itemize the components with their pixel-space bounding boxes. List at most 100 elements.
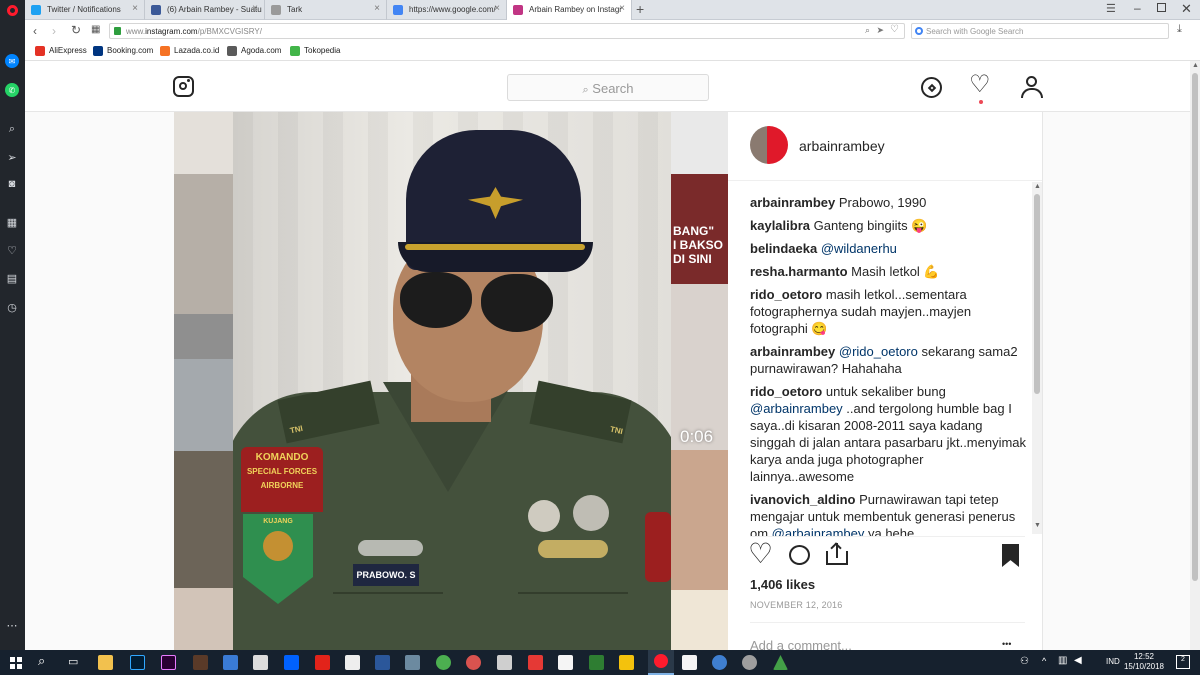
app-icon[interactable] <box>558 655 573 670</box>
tab-twitter[interactable]: Twitter / Notifications × <box>25 0 145 20</box>
close-window-button[interactable]: ✕ <box>1181 1 1192 17</box>
tray-chevron-icon[interactable]: ^ <box>1042 656 1046 666</box>
bookmark-aliexpress[interactable]: AliExpress <box>35 46 87 56</box>
heart-icon[interactable]: ♡ <box>5 243 19 257</box>
app-icon[interactable] <box>193 655 208 670</box>
instagram-logo-icon[interactable] <box>173 76 194 97</box>
tray-volume-icon[interactable]: ◀ <box>1074 655 1082 666</box>
author-username[interactable]: arbainrambey <box>799 138 885 154</box>
post-media-area[interactable]: BANG" I BAKSO DI SINI TNI TNI KOMANDO SP… <box>174 112 728 650</box>
bookmark-heart-icon[interactable]: ♡ <box>890 24 899 35</box>
photoshop-icon[interactable] <box>130 655 145 670</box>
flow-send-icon[interactable]: ➢ <box>5 150 19 164</box>
bookmark-tokopedia[interactable]: Tokopedia <box>290 46 340 56</box>
close-tab-icon[interactable]: × <box>619 3 625 14</box>
comment-mention[interactable]: @rido_oetoro <box>839 344 918 359</box>
tab-instagram[interactable]: Arbain Rambey on Instagr × <box>507 0 632 20</box>
camera-icon[interactable]: ◙ <box>5 177 19 191</box>
close-tab-icon[interactable]: × <box>252 3 258 14</box>
send-icon[interactable]: ➤ <box>876 25 884 36</box>
bookmark-lazada[interactable]: Lazada.co.id <box>160 46 219 56</box>
app-icon[interactable] <box>405 655 420 670</box>
opera-active-icon[interactable] <box>648 650 674 675</box>
activity-heart-icon[interactable]: ♡ <box>969 73 991 97</box>
mail-icon[interactable] <box>345 655 360 670</box>
download-icon[interactable]: ⤓ <box>1177 23 1182 36</box>
speed-dial-icon[interactable]: ▦ <box>91 24 100 35</box>
premiere-icon[interactable] <box>161 655 176 670</box>
close-tab-icon[interactable]: × <box>494 3 500 14</box>
comment-mention[interactable]: @arbainrambey <box>750 401 843 416</box>
search-icon[interactable]: ⌕ <box>38 653 45 669</box>
avatar[interactable] <box>750 126 788 164</box>
tab-google[interactable]: https://www.google.com/× <box>387 0 507 20</box>
comments-scrollbar[interactable]: ▲ ▼ <box>1032 182 1042 534</box>
tab-menu-icon[interactable]: ☰ <box>1106 2 1116 15</box>
windows-start-icon[interactable] <box>10 657 22 669</box>
reload-icon[interactable]: ↻ <box>71 23 81 37</box>
search-input[interactable]: ⌕ Search <box>507 74 709 101</box>
word-icon[interactable] <box>375 655 390 670</box>
minimize-button[interactable]: – <box>1134 1 1141 15</box>
app-icon[interactable] <box>253 655 268 670</box>
app-icon[interactable] <box>619 655 634 670</box>
more-options-icon[interactable]: ••• <box>1002 639 1011 649</box>
save-bookmark-icon[interactable] <box>1002 544 1019 567</box>
comment-user[interactable]: rido_oetoro <box>750 287 822 302</box>
web-search-field[interactable]: Search with Google Search <box>911 23 1169 39</box>
back-icon[interactable]: ‹ <box>33 24 37 38</box>
app-icon[interactable] <box>223 655 238 670</box>
tab-facebook[interactable]: (6) Arbain Rambey - Suatu × <box>145 0 265 20</box>
new-tab-button[interactable]: + <box>636 1 644 17</box>
tray-lang[interactable]: IND <box>1106 657 1120 666</box>
task-view-icon[interactable]: ▭ <box>68 655 78 668</box>
comment-bubble-icon[interactable] <box>789 545 810 565</box>
app-icon[interactable] <box>466 655 481 670</box>
app-icon[interactable] <box>589 655 604 670</box>
action-center-icon[interactable]: 2 <box>1176 655 1190 669</box>
maximize-button[interactable] <box>1157 3 1166 12</box>
scroll-up-arrow[interactable]: ▲ <box>1192 62 1199 69</box>
comment-user[interactable]: rido_oetoro <box>750 384 822 399</box>
bookmark-agoda[interactable]: Agoda.com <box>227 46 281 56</box>
explore-compass-icon[interactable] <box>921 77 942 98</box>
app-icon[interactable] <box>682 655 697 670</box>
dropbox-icon[interactable] <box>284 655 299 670</box>
tray-clock[interactable]: 12:52 15/10/2018 <box>1123 652 1165 672</box>
app-icon[interactable] <box>528 655 543 670</box>
scroll-up-arrow[interactable]: ▲ <box>1034 183 1041 190</box>
acrobat-icon[interactable] <box>315 655 330 670</box>
search-icon[interactable]: ⌕ <box>5 122 19 136</box>
app-icon[interactable] <box>712 655 727 670</box>
messenger-icon[interactable]: ✉ <box>5 54 19 68</box>
chrome-icon[interactable] <box>436 655 451 670</box>
sidebar-more-icon[interactable]: ⋯ <box>5 618 19 632</box>
scroll-down-arrow[interactable]: ▼ <box>1034 522 1041 529</box>
news-icon[interactable]: ▤ <box>5 271 19 285</box>
comment-user[interactable]: resha.harmanto <box>750 264 848 279</box>
whatsapp-icon[interactable]: ✆ <box>5 83 19 97</box>
tab-tark[interactable]: Tark × <box>265 0 387 20</box>
likes-count[interactable]: 1,406 likes <box>750 577 815 592</box>
close-tab-icon[interactable]: × <box>374 3 380 14</box>
scroll-thumb[interactable] <box>1034 194 1040 394</box>
comment-mention[interactable]: @arbainrambey <box>772 526 865 536</box>
close-tab-icon[interactable]: × <box>132 3 138 14</box>
bookmark-booking[interactable]: Booking.com <box>93 46 153 56</box>
url-field[interactable]: www.instagram.com/p/BMXCVGISRY/ ⌕ ➤ ♡ <box>109 23 905 39</box>
comment-user[interactable]: arbainrambey <box>750 195 835 210</box>
app-icon[interactable] <box>773 655 788 670</box>
file-explorer-icon[interactable] <box>98 655 113 670</box>
history-icon[interactable]: ◷ <box>5 300 19 314</box>
scroll-thumb[interactable] <box>1192 73 1198 581</box>
app-icon[interactable] <box>742 655 757 670</box>
share-icon[interactable] <box>826 542 848 565</box>
search-in-page-icon[interactable]: ⌕ <box>865 25 870 36</box>
comment-user[interactable]: kaylalibra <box>750 218 810 233</box>
profile-icon[interactable] <box>1021 76 1043 98</box>
comment-user[interactable]: arbainrambey <box>750 344 835 359</box>
page-scrollbar[interactable]: ▲ <box>1190 61 1200 650</box>
opera-menu-button[interactable] <box>0 0 25 20</box>
speed-dial-icon[interactable]: ▦ <box>5 215 19 229</box>
tray-network-icon[interactable]: ▥ <box>1058 655 1067 666</box>
